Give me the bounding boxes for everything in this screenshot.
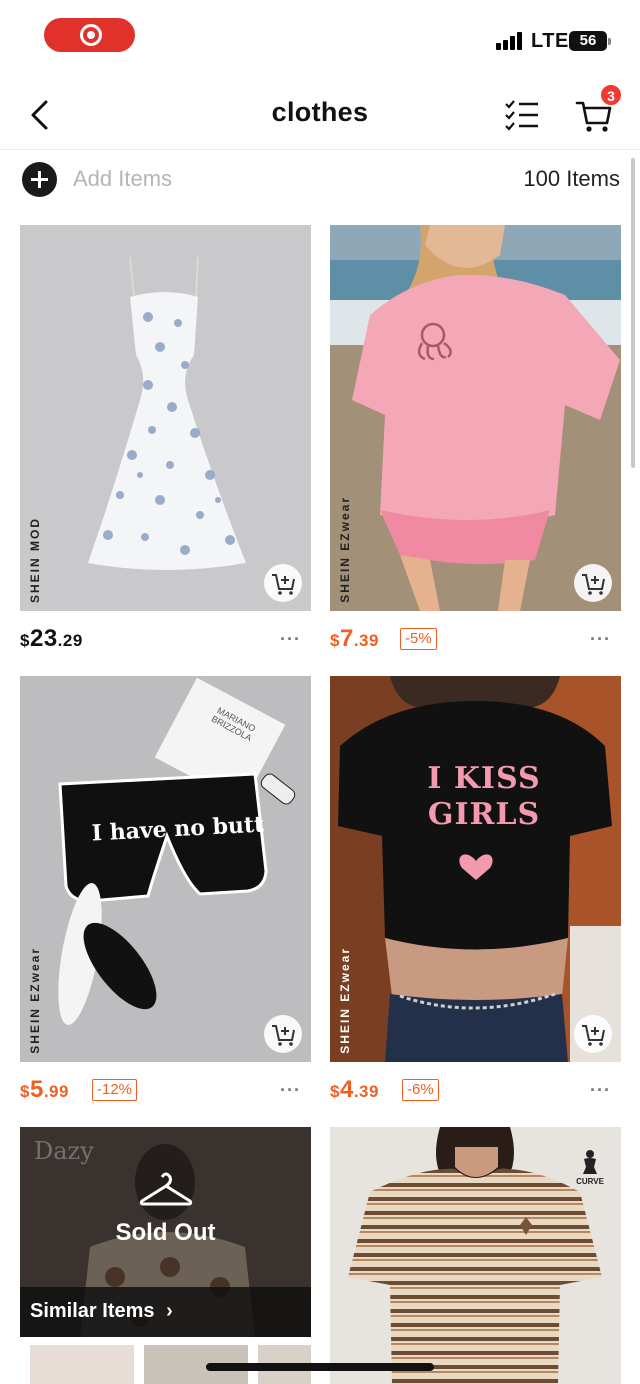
home-indicator[interactable] <box>206 1363 434 1371</box>
brand-label: Dazy <box>34 1137 94 1165</box>
price-row: $23.29 ··· <box>20 611 311 663</box>
checklist-icon <box>505 100 538 131</box>
status-bar: LTE 56 <box>0 0 640 80</box>
curve-logo-icon <box>583 1150 597 1174</box>
sold-out-card[interactable]: Dazy Sold Out Similar Items › <box>20 1127 311 1384</box>
nav-header: clothes <box>0 80 640 150</box>
battery-icon: 56 <box>569 31 611 51</box>
similar-items-button[interactable]: Similar Items › <box>20 1287 311 1337</box>
screen-recording-indicator[interactable] <box>44 18 135 52</box>
more-options-icon[interactable]: ··· <box>280 1080 301 1101</box>
product-image[interactable]: SHEIN EZwear <box>330 225 621 611</box>
discount-badge: -5% <box>400 628 437 650</box>
network-type: LTE <box>531 30 569 52</box>
scrollbar[interactable] <box>631 158 635 468</box>
more-options-icon[interactable]: ··· <box>590 629 611 650</box>
discount-badge: -12% <box>92 1079 138 1101</box>
add-icon[interactable] <box>22 162 57 197</box>
product-card[interactable]: CURVE <box>330 1127 621 1384</box>
page-title: clothes <box>271 97 369 127</box>
record-icon <box>80 24 102 46</box>
price-row: $7.39 -5% ··· <box>330 611 621 663</box>
pink-tshirt-image <box>330 225 621 611</box>
add-to-cart-button[interactable] <box>574 1015 612 1053</box>
brand-label: SHEIN EZwear <box>338 947 352 1054</box>
more-options-icon[interactable]: ··· <box>590 1080 611 1101</box>
brand-label: SHEIN EZwear <box>28 947 42 1054</box>
product-card[interactable]: MARIANO BRIZZOLA I have no butt SHEIN EZ… <box>20 676 311 1114</box>
list-toolbar: Add Items 100 Items <box>0 150 640 210</box>
product-image[interactable]: MARIANO BRIZZOLA I have no butt SHEIN EZ… <box>20 676 311 1062</box>
chevron-right-icon: › <box>166 1300 173 1322</box>
cart-count-badge: 3 <box>600 84 622 106</box>
product-image[interactable]: I KISS GIRLS SHEIN EZwear <box>330 676 621 1062</box>
sold-out-label: Sold Out <box>115 1219 216 1246</box>
item-count: 100 Items <box>523 166 620 191</box>
hanger-icon <box>139 1172 193 1206</box>
discount-badge: -6% <box>402 1079 439 1101</box>
sale-price: $5.99 <box>20 1076 69 1103</box>
curve-badge: CURVE <box>573 1149 607 1186</box>
similar-items-thumbnails <box>20 1337 311 1384</box>
product-card[interactable]: I KISS GIRLS SHEIN EZwear $4.39 -6% ··· <box>330 676 621 1114</box>
more-options-icon[interactable]: ··· <box>280 629 301 650</box>
product-card[interactable]: SHEIN EZwear $7.39 -5% ··· <box>330 225 621 663</box>
similar-item-thumbnail[interactable] <box>30 1345 134 1384</box>
black-crop-tee-image <box>338 676 621 1062</box>
price: $23.29 <box>20 625 83 652</box>
add-cart-icon <box>272 574 295 595</box>
batch-edit-button[interactable] <box>504 98 540 132</box>
product-image[interactable]: Dazy Sold Out Similar Items › <box>20 1127 311 1384</box>
add-cart-icon <box>582 1025 605 1046</box>
product-card[interactable]: SHEIN MOD $23.29 ··· <box>20 225 311 663</box>
add-cart-icon <box>272 1025 295 1046</box>
add-to-cart-button[interactable] <box>264 564 302 602</box>
add-to-cart-button[interactable] <box>574 564 612 602</box>
signal-strength-icon <box>496 32 524 50</box>
product-image[interactable]: SHEIN MOD <box>20 225 311 611</box>
price-row: $4.39 -6% ··· <box>330 1062 621 1114</box>
brand-label: SHEIN MOD <box>28 516 42 603</box>
brand-label: SHEIN EZwear <box>338 496 352 603</box>
tee-print-text: I KISS GIRLS <box>427 761 541 832</box>
sale-price: $7.39 <box>330 625 379 652</box>
add-items-button[interactable]: Add Items <box>73 166 172 192</box>
add-cart-icon <box>582 574 605 595</box>
floral-dress-image <box>88 256 246 570</box>
sale-price: $4.39 <box>330 1076 379 1103</box>
product-image[interactable]: CURVE <box>330 1127 621 1384</box>
add-to-cart-button[interactable] <box>264 1015 302 1053</box>
price-row: $5.99 -12% ··· <box>20 1062 311 1114</box>
